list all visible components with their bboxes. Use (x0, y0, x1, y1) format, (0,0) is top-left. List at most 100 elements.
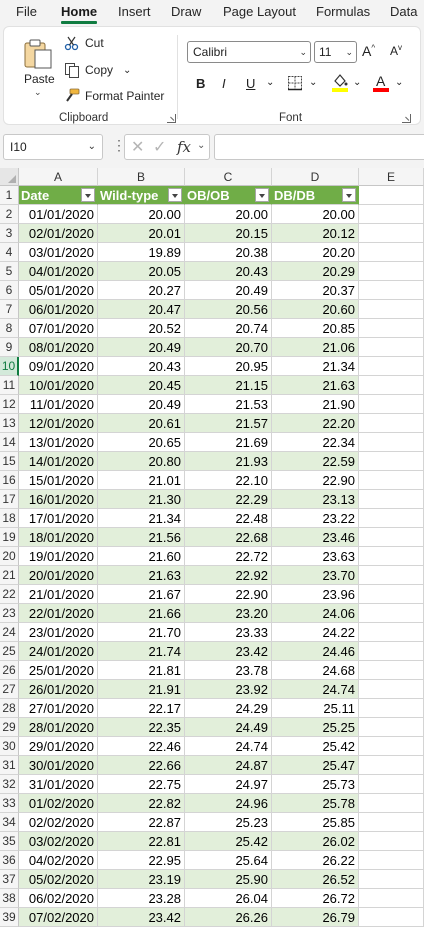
row-header[interactable]: 3 (0, 224, 19, 243)
date-cell[interactable]: 21/01/2020 (19, 585, 98, 604)
date-cell[interactable]: 05/02/2020 (19, 870, 98, 889)
row-header[interactable]: 17 (0, 490, 19, 509)
value-cell[interactable]: 23.42 (98, 908, 185, 927)
insert-function-icon[interactable]: fx (177, 138, 191, 156)
date-cell[interactable]: 27/01/2020 (19, 699, 98, 718)
value-cell[interactable]: 22.59 (272, 452, 359, 471)
value-cell[interactable]: 21.93 (185, 452, 272, 471)
cell[interactable] (359, 338, 424, 357)
date-cell[interactable]: 28/01/2020 (19, 718, 98, 737)
cell[interactable] (359, 281, 424, 300)
value-cell[interactable]: 26.79 (272, 908, 359, 927)
date-cell[interactable]: 29/01/2020 (19, 737, 98, 756)
value-cell[interactable]: 20.56 (185, 300, 272, 319)
tab-formulas[interactable]: Formulas (316, 4, 370, 19)
row-header[interactable]: 34 (0, 813, 19, 832)
column-header-d[interactable]: D (272, 168, 359, 186)
underline-icon[interactable]: U (246, 76, 255, 91)
value-cell[interactable]: 23.96 (272, 585, 359, 604)
borders-icon[interactable] (287, 75, 303, 91)
value-cell[interactable]: 21.63 (98, 566, 185, 585)
cell[interactable] (359, 585, 424, 604)
value-cell[interactable]: 20.49 (98, 395, 185, 414)
value-cell[interactable]: 23.63 (272, 547, 359, 566)
value-cell[interactable]: 26.72 (272, 889, 359, 908)
value-cell[interactable]: 22.17 (98, 699, 185, 718)
value-cell[interactable]: 21.01 (98, 471, 185, 490)
value-cell[interactable]: 22.20 (272, 414, 359, 433)
value-cell[interactable]: 20.43 (98, 357, 185, 376)
date-cell[interactable]: 12/01/2020 (19, 414, 98, 433)
cell[interactable] (359, 566, 424, 585)
bold-icon[interactable]: B (196, 76, 205, 91)
date-cell[interactable]: 18/01/2020 (19, 528, 98, 547)
row-header[interactable]: 7 (0, 300, 19, 319)
value-cell[interactable]: 26.52 (272, 870, 359, 889)
cell[interactable] (359, 224, 424, 243)
cell[interactable] (359, 775, 424, 794)
date-cell[interactable]: 08/01/2020 (19, 338, 98, 357)
cell[interactable] (359, 889, 424, 908)
value-cell[interactable]: 23.78 (185, 661, 272, 680)
value-cell[interactable]: 22.48 (185, 509, 272, 528)
filter-dropdown-button[interactable] (168, 188, 182, 202)
font-name-select[interactable]: Calibri ⌄ (187, 41, 311, 63)
font-size-select[interactable]: 11 ⌄ (314, 41, 357, 63)
value-cell[interactable]: 21.69 (185, 433, 272, 452)
value-cell[interactable]: 20.80 (98, 452, 185, 471)
tab-file[interactable]: File (16, 4, 37, 19)
row-header[interactable]: 25 (0, 642, 19, 661)
cell[interactable] (359, 452, 424, 471)
value-cell[interactable]: 23.46 (272, 528, 359, 547)
value-cell[interactable]: 20.01 (98, 224, 185, 243)
value-cell[interactable]: 22.29 (185, 490, 272, 509)
value-cell[interactable]: 24.68 (272, 661, 359, 680)
date-cell[interactable]: 01/01/2020 (19, 205, 98, 224)
date-cell[interactable]: 13/01/2020 (19, 433, 98, 452)
row-header[interactable]: 10 (0, 357, 19, 376)
value-cell[interactable]: 20.74 (185, 319, 272, 338)
chevron-down-icon[interactable]: ⌄ (34, 87, 42, 98)
row-header[interactable]: 20 (0, 547, 19, 566)
row-header[interactable]: 4 (0, 243, 19, 262)
date-cell[interactable]: 20/01/2020 (19, 566, 98, 585)
value-cell[interactable]: 22.87 (98, 813, 185, 832)
cell[interactable] (359, 205, 424, 224)
value-cell[interactable]: 24.97 (185, 775, 272, 794)
row-header[interactable]: 23 (0, 604, 19, 623)
value-cell[interactable]: 21.74 (98, 642, 185, 661)
value-cell[interactable]: 25.90 (185, 870, 272, 889)
row-header[interactable]: 36 (0, 851, 19, 870)
font-color-icon[interactable]: A (372, 72, 390, 92)
filter-dropdown-button[interactable] (342, 188, 356, 202)
column-header-e[interactable]: E (359, 168, 424, 186)
date-cell[interactable]: 22/01/2020 (19, 604, 98, 623)
cell[interactable] (359, 794, 424, 813)
value-cell[interactable]: 24.74 (272, 680, 359, 699)
tab-home[interactable]: Home (61, 4, 97, 19)
value-cell[interactable]: 21.67 (98, 585, 185, 604)
decrease-font-size-icon[interactable]: Av (390, 43, 402, 58)
row-header[interactable]: 13 (0, 414, 19, 433)
date-cell[interactable]: 30/01/2020 (19, 756, 98, 775)
row-header[interactable]: 16 (0, 471, 19, 490)
cell[interactable] (359, 433, 424, 452)
value-cell[interactable]: 22.90 (185, 585, 272, 604)
cell[interactable] (359, 870, 424, 889)
row-header[interactable]: 32 (0, 775, 19, 794)
select-all-corner[interactable] (0, 168, 19, 186)
value-cell[interactable]: 25.42 (272, 737, 359, 756)
value-cell[interactable]: 23.19 (98, 870, 185, 889)
date-cell[interactable]: 01/02/2020 (19, 794, 98, 813)
clipboard-launcher-icon[interactable] (167, 114, 176, 123)
chevron-down-icon[interactable]: ⌄ (123, 65, 131, 76)
column-header-a[interactable]: A (19, 168, 98, 186)
cell[interactable] (359, 623, 424, 642)
value-cell[interactable]: 26.22 (272, 851, 359, 870)
value-cell[interactable]: 21.53 (185, 395, 272, 414)
font-launcher-icon[interactable] (402, 114, 411, 123)
value-cell[interactable]: 19.89 (98, 243, 185, 262)
value-cell[interactable]: 22.10 (185, 471, 272, 490)
value-cell[interactable]: 20.45 (98, 376, 185, 395)
row-header[interactable]: 29 (0, 718, 19, 737)
